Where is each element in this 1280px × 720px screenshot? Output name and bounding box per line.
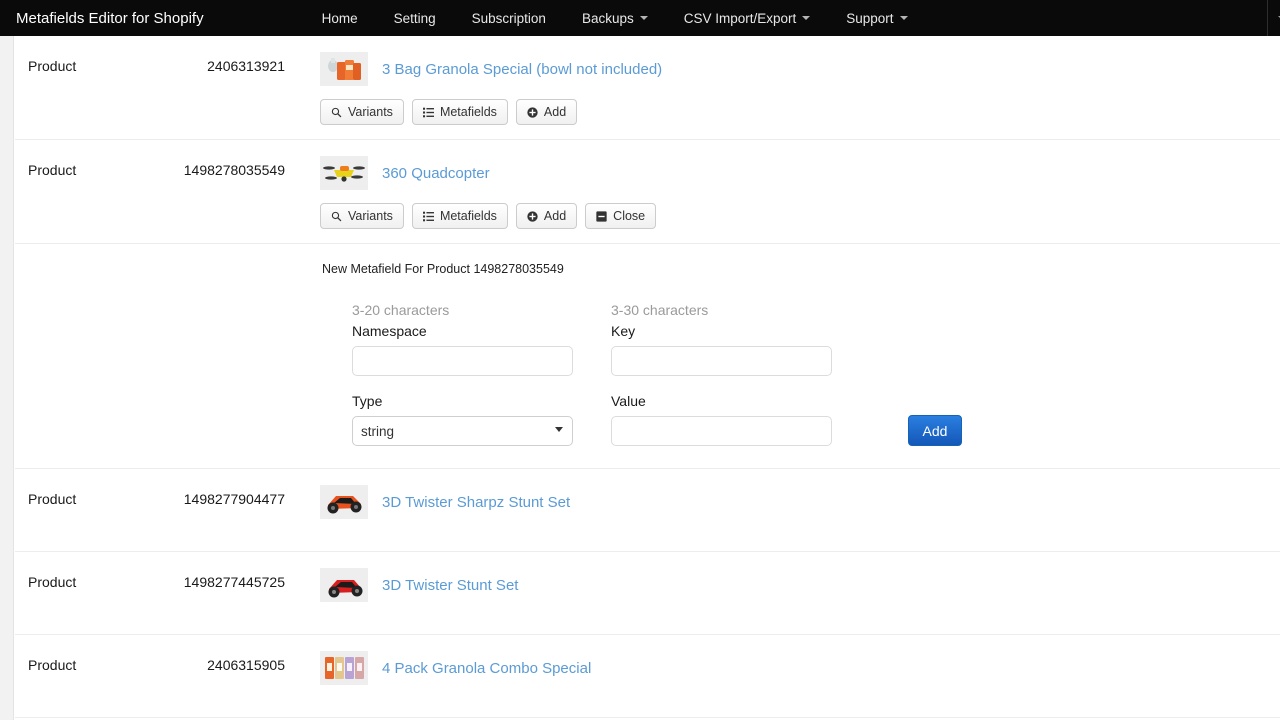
add-button-label: Add	[544, 105, 566, 119]
add-metafield-button[interactable]: Add	[516, 203, 577, 229]
nav-item-csv-import-export[interactable]: CSV Import/Export	[666, 11, 829, 26]
table-row: Product 2406315905	[15, 635, 1280, 718]
row-resource-type: Product	[15, 651, 150, 673]
row-resource-type: Product	[15, 568, 150, 590]
granola-combo-thumbnail	[320, 651, 368, 685]
nav-item-label: Setting	[394, 11, 436, 26]
list-icon	[423, 211, 434, 222]
product-title-link[interactable]: 3D Twister Stunt Set	[382, 577, 518, 594]
list-icon	[423, 107, 434, 118]
variants-button-label: Variants	[348, 209, 393, 223]
row-action-buttons: Variants Metafields Add	[320, 99, 1280, 125]
new-metafield-form: New Metafield For Product 1498278035549 …	[15, 244, 1280, 469]
row-resource-id: 2406313921	[150, 52, 285, 74]
left-gutter	[0, 36, 14, 720]
variants-button[interactable]: Variants	[320, 203, 404, 229]
metafields-button[interactable]: Metafields	[412, 203, 508, 229]
nav-item-label: CSV Import/Export	[684, 11, 797, 26]
row-resource-id: 1498278035549	[150, 156, 285, 178]
nav-item-backups[interactable]: Backups	[564, 11, 666, 26]
variants-button-label: Variants	[348, 105, 393, 119]
row-resource-id: 2406315905	[150, 651, 285, 673]
search-icon	[331, 211, 342, 222]
search-icon	[331, 107, 342, 118]
nav-item-support[interactable]: Support	[828, 11, 925, 26]
top-navbar: Metafields Editor for Shopify Home Setti…	[0, 0, 1280, 36]
chevron-down-icon	[900, 16, 908, 20]
minus-square-icon	[596, 211, 607, 222]
namespace-label: Namespace	[352, 323, 573, 339]
type-select[interactable]: stringintegerjson_string	[352, 416, 573, 446]
nav-item-setting[interactable]: Setting	[376, 11, 454, 26]
close-button-label: Close	[613, 209, 645, 223]
submit-metafield-button[interactable]: Add	[908, 415, 962, 446]
nav-item-home[interactable]: Home	[304, 11, 376, 26]
nav-item-label: Subscription	[472, 11, 546, 26]
plus-circle-icon	[527, 211, 538, 222]
product-list: Product 2406313921	[15, 36, 1280, 720]
page-body: Product 2406313921	[0, 36, 1280, 720]
namespace-hint: 3-20 characters	[352, 302, 573, 321]
close-button[interactable]: Close	[585, 203, 656, 229]
chevron-down-icon	[802, 16, 810, 20]
value-label: Value	[611, 393, 832, 409]
add-button-label: Add	[544, 209, 566, 223]
row-resource-type: Product	[15, 156, 150, 178]
key-input[interactable]	[611, 346, 832, 376]
plus-circle-icon	[527, 107, 538, 118]
value-input[interactable]	[611, 416, 832, 446]
type-label: Type	[352, 393, 573, 409]
product-title-link[interactable]: 3D Twister Sharpz Stunt Set	[382, 494, 570, 511]
variants-button[interactable]: Variants	[320, 99, 404, 125]
metafields-button[interactable]: Metafields	[412, 99, 508, 125]
table-row: Product 1498278035549	[15, 140, 1280, 244]
key-label: Key	[611, 323, 832, 339]
navbar-links: Home Setting Subscription Backups CSV Im…	[304, 11, 926, 26]
metafields-button-label: Metafields	[440, 209, 497, 223]
product-title-link[interactable]: 4 Pack Granola Combo Special	[382, 660, 591, 677]
nav-item-label: Home	[322, 11, 358, 26]
namespace-input[interactable]	[352, 346, 573, 376]
add-metafield-button[interactable]: Add	[516, 99, 577, 125]
chevron-down-icon	[640, 16, 648, 20]
row-action-buttons: Variants Metafields Add Close	[320, 203, 1280, 229]
quadcopter-thumbnail	[320, 156, 368, 190]
nav-item-subscription[interactable]: Subscription	[454, 11, 564, 26]
key-hint: 3-30 characters	[611, 302, 832, 321]
product-title-link[interactable]: 360 Quadcopter	[382, 165, 490, 182]
product-title-link[interactable]: 3 Bag Granola Special (bowl not included…	[382, 61, 662, 78]
row-resource-id: 1498277904477	[150, 485, 285, 507]
granola-bags-thumbnail	[320, 52, 368, 86]
table-row: Product 1498277445725 3D Twister Stu	[15, 552, 1280, 635]
stunt-car-orange-thumbnail	[320, 485, 368, 519]
nav-item-label: Backups	[582, 11, 634, 26]
table-row: Product 2406313921	[15, 36, 1280, 140]
row-resource-type: Product	[15, 485, 150, 507]
table-row: Product 1498277904477 3D Twister Sha	[15, 469, 1280, 552]
metafields-button-label: Metafields	[440, 105, 497, 119]
row-resource-id: 1498277445725	[150, 568, 285, 590]
navbar-overflow-menu[interactable]	[1267, 0, 1280, 36]
new-metafield-caption: New Metafield For Product 1498278035549	[322, 262, 1280, 276]
stunt-car-red-thumbnail	[320, 568, 368, 602]
nav-item-label: Support	[846, 11, 893, 26]
app-brand-title: Metafields Editor for Shopify	[16, 10, 204, 27]
row-resource-type: Product	[15, 52, 150, 74]
